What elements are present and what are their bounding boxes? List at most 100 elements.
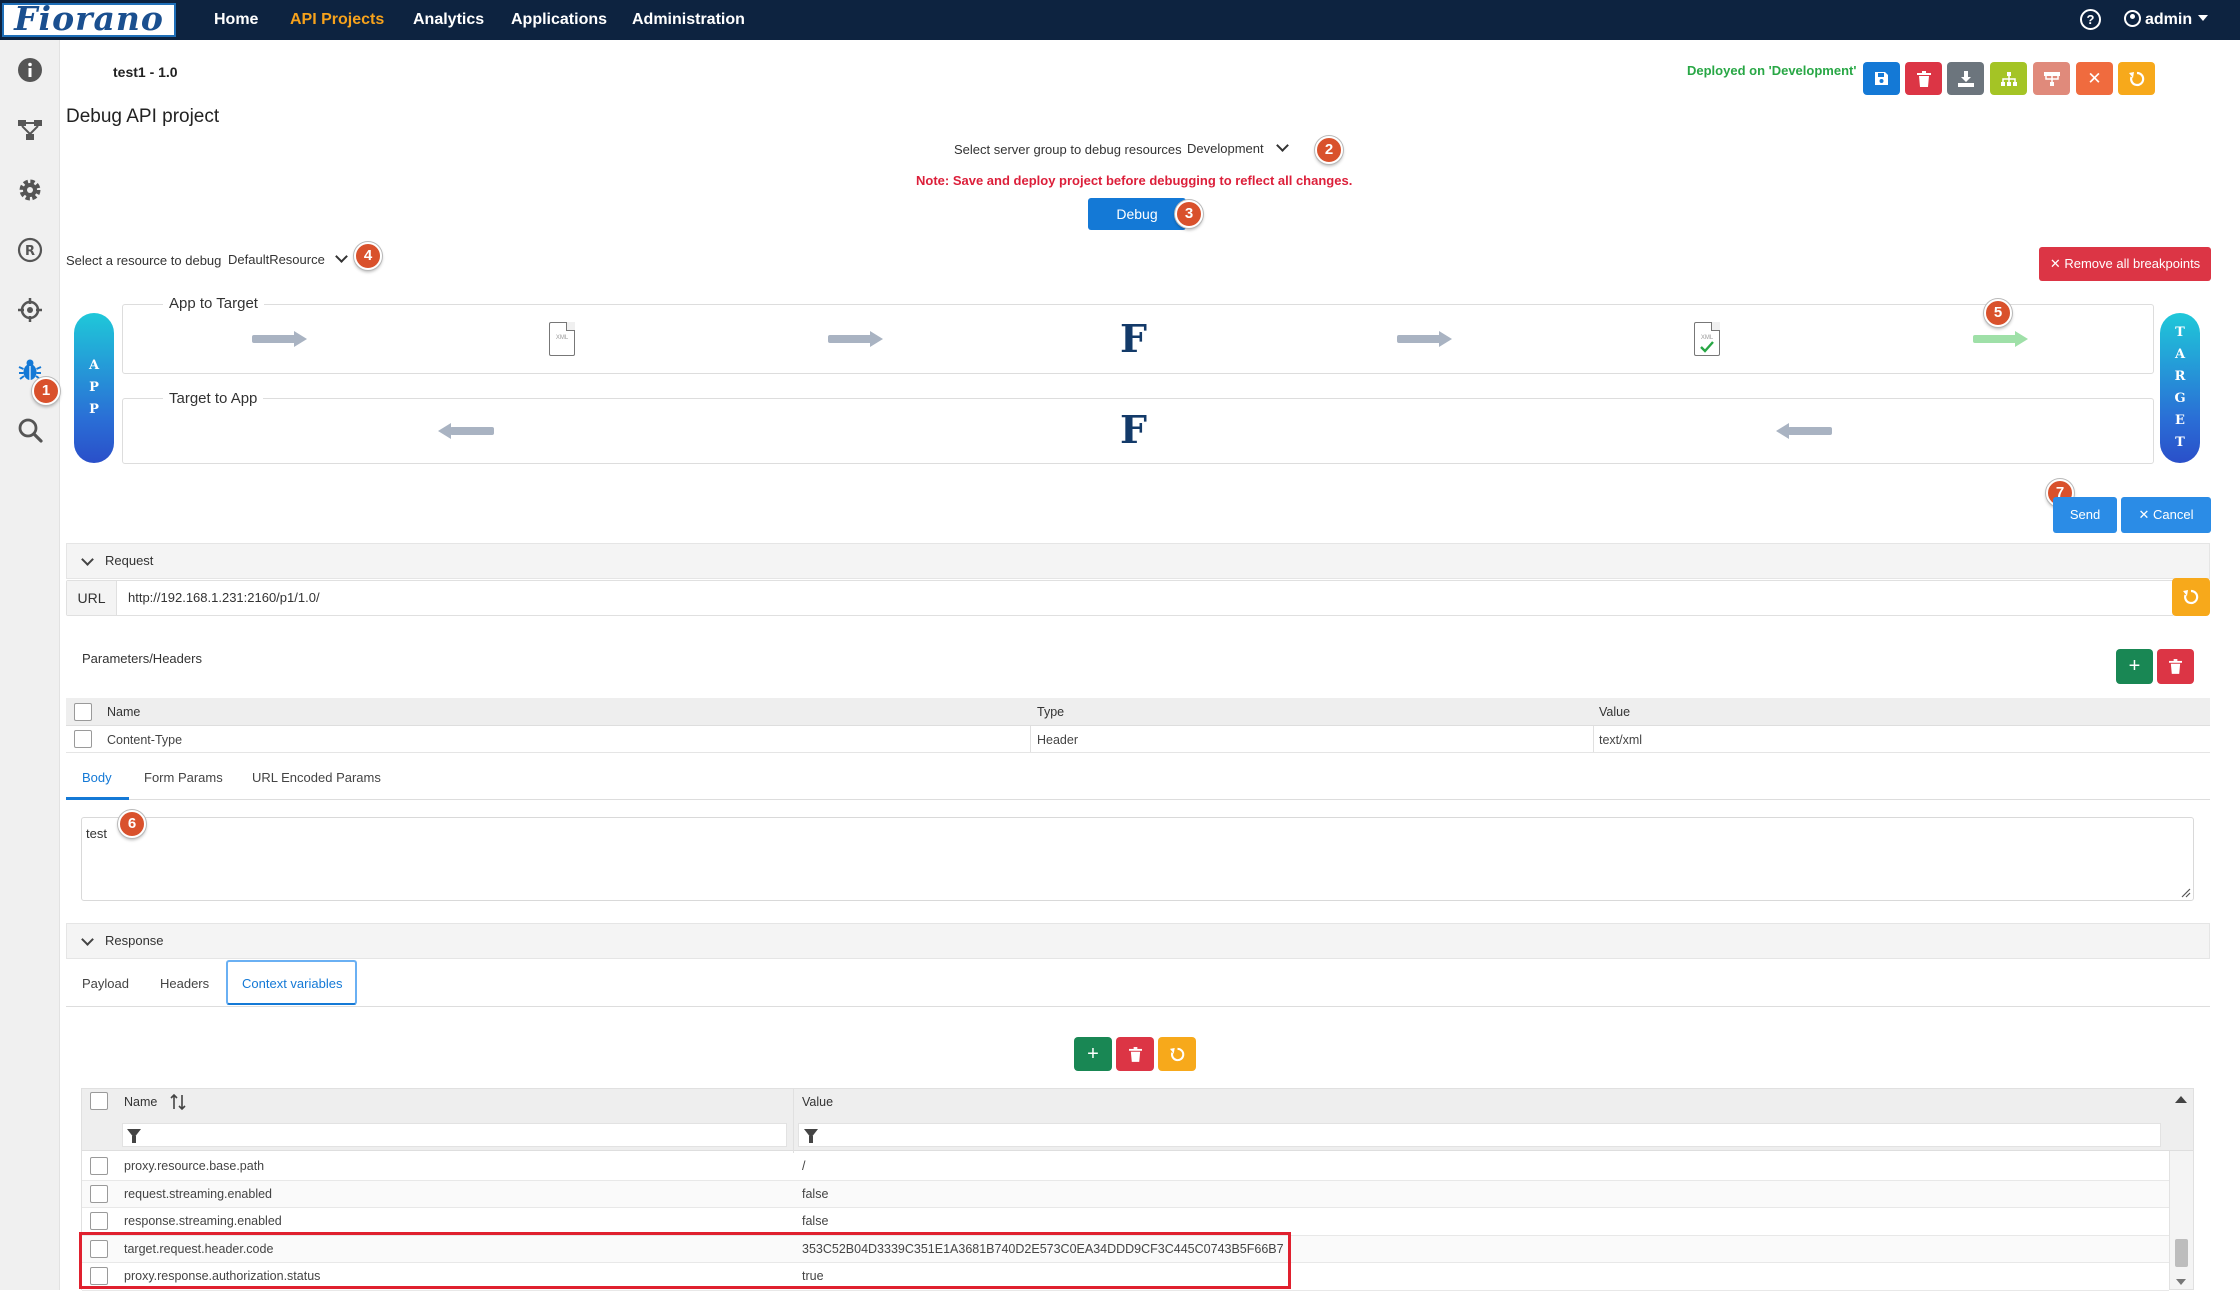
project-title: test1 - 1.0 [113, 64, 178, 80]
send-button[interactable]: Send [2053, 497, 2117, 533]
info-icon[interactable] [16, 56, 44, 84]
debug-button[interactable]: Debug [1088, 198, 1186, 230]
refresh-button[interactable] [2118, 62, 2155, 95]
search-icon[interactable] [16, 416, 44, 444]
flow-arrow-left[interactable] [438, 423, 494, 439]
nav-analytics[interactable]: Analytics [413, 0, 484, 40]
undeploy-button[interactable] [2033, 62, 2070, 95]
flow-icon[interactable] [16, 116, 44, 144]
url-input-group: URL http://192.168.1.231:2160/p1/1.0/ [66, 580, 2174, 616]
row-checkbox[interactable] [74, 730, 92, 748]
filter-icon[interactable] [127, 1129, 141, 1143]
response-tabs-divider [66, 1006, 2210, 1007]
tab-context-variables[interactable]: Context variables [226, 960, 357, 1005]
delete-variable-button[interactable] [1116, 1037, 1154, 1071]
remove-breakpoints-button[interactable]: ✕ Remove all breakpoints [2039, 247, 2211, 281]
table-row[interactable] [82, 1208, 2169, 1236]
tab-url-encoded-params[interactable]: URL Encoded Params [252, 770, 381, 785]
flow-arrow-right[interactable] [252, 331, 308, 347]
row-checkbox[interactable] [90, 1184, 108, 1203]
flow-arrow-right[interactable] [828, 331, 884, 347]
table-row[interactable] [66, 726, 2210, 753]
refresh-icon [2183, 589, 2199, 605]
row-checkbox[interactable] [90, 1157, 108, 1175]
fiorano-logo[interactable]: Fiorano [0, 0, 180, 40]
flow-arrow-right[interactable] [1397, 331, 1453, 347]
row-checkbox[interactable] [90, 1267, 108, 1285]
param-type: Header [1037, 733, 1078, 747]
registered-icon[interactable]: R [16, 236, 44, 264]
nav-applications[interactable]: Applications [511, 0, 607, 40]
body-textarea[interactable]: test [81, 817, 2194, 901]
tab-headers[interactable]: Headers [160, 976, 209, 991]
sort-icon[interactable] [169, 1093, 187, 1111]
response-panel-header[interactable]: Response [66, 923, 2210, 959]
trash-icon [1128, 1046, 1142, 1062]
scroll-down-icon[interactable] [2176, 1279, 2186, 1285]
filter-icon[interactable] [804, 1129, 818, 1143]
flow-arrow-left[interactable] [1776, 423, 1832, 439]
variable-value: / [802, 1159, 806, 1173]
grid-scrollbar[interactable] [2169, 1151, 2193, 1289]
delete-button[interactable] [1905, 62, 1942, 95]
pill-letter: T [2175, 325, 2185, 340]
nav-administration[interactable]: Administration [632, 0, 745, 40]
row-checkbox[interactable] [90, 1239, 108, 1258]
reset-url-button[interactable] [2172, 578, 2210, 616]
resize-handle-icon[interactable] [2181, 888, 2191, 898]
variable-name: target.request.header.code [124, 1241, 274, 1256]
fiorano-policy-icon[interactable]: F [1120, 411, 1147, 449]
variables-select-all-checkbox[interactable] [90, 1092, 108, 1110]
url-input[interactable]: http://192.168.1.231:2160/p1/1.0/ [128, 581, 320, 615]
tab-form-params[interactable]: Form Params [144, 770, 223, 785]
server-group-select[interactable]: Development [1187, 139, 1289, 156]
resource-select[interactable]: DefaultResource [228, 250, 348, 267]
plus-icon: + [2128, 655, 2141, 677]
close-button[interactable]: ✕ [2076, 62, 2113, 95]
crosshair-icon[interactable] [16, 296, 44, 324]
target-to-app-label: Target to App [163, 390, 264, 407]
top-navbar: Fiorano Home API Projects Analytics Appl… [0, 0, 2240, 40]
request-panel-header[interactable]: Request [66, 543, 2210, 579]
scrollbar-thumb[interactable] [2175, 1239, 2188, 1267]
name-filter-input[interactable] [122, 1123, 787, 1147]
fiorano-policy-icon[interactable]: F [1120, 320, 1147, 358]
caret-down-icon [2198, 15, 2209, 21]
trash-icon [2169, 659, 2182, 674]
validated-doc-icon[interactable]: XML [1694, 322, 1720, 356]
settings-gear-icon[interactable] [16, 176, 44, 204]
row-checkbox[interactable] [90, 1212, 108, 1230]
download-button[interactable] [1947, 62, 1984, 95]
params-select-all-checkbox[interactable] [74, 703, 92, 721]
add-param-button[interactable]: + [2116, 649, 2153, 684]
request-doc-icon[interactable]: XML [549, 322, 575, 356]
refresh-icon [2128, 71, 2144, 86]
params-table-header [66, 698, 2210, 726]
left-sidebar: R [0, 40, 60, 1290]
cancel-button[interactable]: ✕ Cancel [2121, 497, 2211, 533]
target-pill-label: TARGET [2174, 322, 2185, 454]
flow-arrow-breakpoint[interactable] [1973, 331, 2029, 347]
scroll-up-icon[interactable] [2175, 1096, 2187, 1103]
tab-payload[interactable]: Payload [82, 976, 129, 991]
params-col-name: Name [107, 705, 141, 719]
user-menu[interactable]: admin [2124, 0, 2209, 40]
delete-param-button[interactable] [2157, 649, 2194, 684]
request-panel-title: Request [105, 553, 154, 568]
help-icon[interactable]: ? [2080, 9, 2101, 30]
deploy-button[interactable] [1990, 62, 2027, 95]
table-row[interactable] [82, 1180, 2169, 1208]
deploy-status: Deployed on 'Development' [1687, 63, 1857, 78]
save-button[interactable] [1863, 62, 1900, 95]
add-variable-button[interactable]: + [1074, 1037, 1112, 1071]
server-group-value: Development [1187, 141, 1264, 156]
nav-api-projects[interactable]: API Projects [290, 0, 384, 40]
table-row[interactable] [82, 1263, 2169, 1291]
refresh-variables-button[interactable] [1158, 1037, 1196, 1071]
app-pill-label: APP [89, 355, 99, 421]
variables-col-value: Value [802, 1095, 834, 1109]
tab-body[interactable]: Body [82, 770, 112, 785]
nav-home[interactable]: Home [214, 0, 258, 40]
value-filter-input[interactable] [798, 1123, 2161, 1147]
table-row[interactable] [82, 1153, 2169, 1181]
